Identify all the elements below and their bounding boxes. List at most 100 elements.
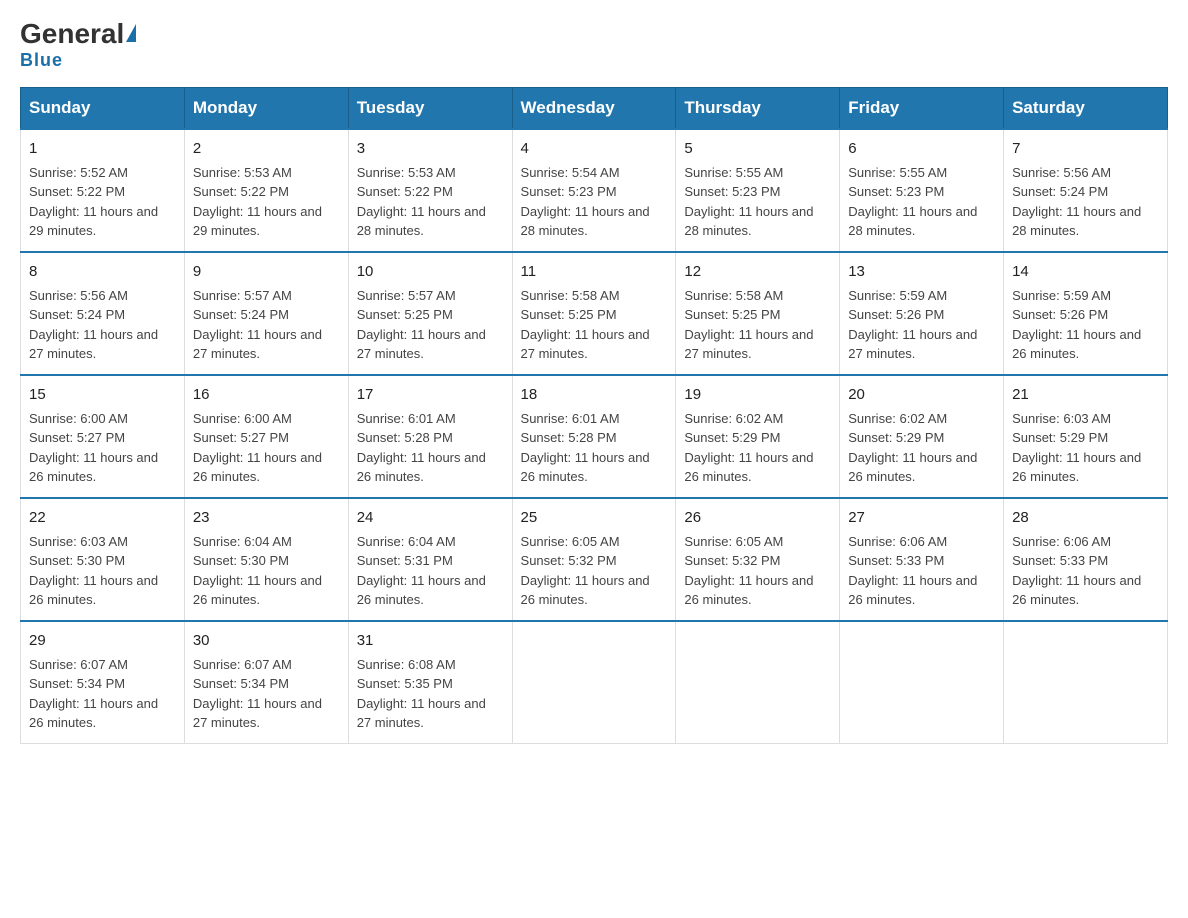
calendar-cell: 8 Sunrise: 5:56 AMSunset: 5:24 PMDayligh… (21, 252, 185, 375)
day-info: Sunrise: 5:52 AMSunset: 5:22 PMDaylight:… (29, 165, 158, 239)
day-info: Sunrise: 6:01 AMSunset: 5:28 PMDaylight:… (357, 411, 486, 485)
calendar-cell (512, 621, 676, 744)
calendar-cell: 23 Sunrise: 6:04 AMSunset: 5:30 PMDaylig… (184, 498, 348, 621)
calendar-cell: 24 Sunrise: 6:04 AMSunset: 5:31 PMDaylig… (348, 498, 512, 621)
calendar-cell: 7 Sunrise: 5:56 AMSunset: 5:24 PMDayligh… (1004, 129, 1168, 252)
day-number: 3 (357, 138, 504, 160)
calendar-week-4: 22 Sunrise: 6:03 AMSunset: 5:30 PMDaylig… (21, 498, 1168, 621)
calendar-week-3: 15 Sunrise: 6:00 AMSunset: 5:27 PMDaylig… (21, 375, 1168, 498)
calendar-cell: 5 Sunrise: 5:55 AMSunset: 5:23 PMDayligh… (676, 129, 840, 252)
day-number: 26 (684, 507, 831, 529)
day-number: 21 (1012, 384, 1159, 406)
calendar-cell: 21 Sunrise: 6:03 AMSunset: 5:29 PMDaylig… (1004, 375, 1168, 498)
calendar-header-wednesday: Wednesday (512, 88, 676, 130)
day-info: Sunrise: 6:02 AMSunset: 5:29 PMDaylight:… (684, 411, 813, 485)
calendar-cell: 1 Sunrise: 5:52 AMSunset: 5:22 PMDayligh… (21, 129, 185, 252)
day-info: Sunrise: 5:55 AMSunset: 5:23 PMDaylight:… (848, 165, 977, 239)
calendar-cell: 18 Sunrise: 6:01 AMSunset: 5:28 PMDaylig… (512, 375, 676, 498)
calendar-cell: 27 Sunrise: 6:06 AMSunset: 5:33 PMDaylig… (840, 498, 1004, 621)
day-info: Sunrise: 6:04 AMSunset: 5:30 PMDaylight:… (193, 534, 322, 608)
day-info: Sunrise: 6:03 AMSunset: 5:30 PMDaylight:… (29, 534, 158, 608)
calendar-cell: 14 Sunrise: 5:59 AMSunset: 5:26 PMDaylig… (1004, 252, 1168, 375)
day-info: Sunrise: 5:59 AMSunset: 5:26 PMDaylight:… (1012, 288, 1141, 362)
calendar-cell: 26 Sunrise: 6:05 AMSunset: 5:32 PMDaylig… (676, 498, 840, 621)
day-info: Sunrise: 6:06 AMSunset: 5:33 PMDaylight:… (848, 534, 977, 608)
day-info: Sunrise: 6:03 AMSunset: 5:29 PMDaylight:… (1012, 411, 1141, 485)
calendar-cell: 12 Sunrise: 5:58 AMSunset: 5:25 PMDaylig… (676, 252, 840, 375)
calendar-table: SundayMondayTuesdayWednesdayThursdayFrid… (20, 87, 1168, 744)
calendar-cell: 30 Sunrise: 6:07 AMSunset: 5:34 PMDaylig… (184, 621, 348, 744)
day-info: Sunrise: 6:00 AMSunset: 5:27 PMDaylight:… (29, 411, 158, 485)
day-info: Sunrise: 5:58 AMSunset: 5:25 PMDaylight:… (521, 288, 650, 362)
day-number: 8 (29, 261, 176, 283)
calendar-cell: 22 Sunrise: 6:03 AMSunset: 5:30 PMDaylig… (21, 498, 185, 621)
calendar-cell: 31 Sunrise: 6:08 AMSunset: 5:35 PMDaylig… (348, 621, 512, 744)
day-info: Sunrise: 6:01 AMSunset: 5:28 PMDaylight:… (521, 411, 650, 485)
calendar-cell: 20 Sunrise: 6:02 AMSunset: 5:29 PMDaylig… (840, 375, 1004, 498)
calendar-header-saturday: Saturday (1004, 88, 1168, 130)
day-number: 23 (193, 507, 340, 529)
calendar-header-monday: Monday (184, 88, 348, 130)
day-number: 14 (1012, 261, 1159, 283)
day-number: 20 (848, 384, 995, 406)
day-info: Sunrise: 6:08 AMSunset: 5:35 PMDaylight:… (357, 657, 486, 731)
day-number: 19 (684, 384, 831, 406)
day-info: Sunrise: 5:57 AMSunset: 5:24 PMDaylight:… (193, 288, 322, 362)
calendar-cell: 3 Sunrise: 5:53 AMSunset: 5:22 PMDayligh… (348, 129, 512, 252)
day-number: 16 (193, 384, 340, 406)
logo-blue-text: Blue (20, 50, 63, 71)
day-number: 7 (1012, 138, 1159, 160)
calendar-cell: 29 Sunrise: 6:07 AMSunset: 5:34 PMDaylig… (21, 621, 185, 744)
day-number: 27 (848, 507, 995, 529)
day-info: Sunrise: 6:05 AMSunset: 5:32 PMDaylight:… (684, 534, 813, 608)
day-number: 2 (193, 138, 340, 160)
day-info: Sunrise: 6:04 AMSunset: 5:31 PMDaylight:… (357, 534, 486, 608)
day-number: 10 (357, 261, 504, 283)
logo-triangle-icon (126, 24, 136, 42)
calendar-cell: 16 Sunrise: 6:00 AMSunset: 5:27 PMDaylig… (184, 375, 348, 498)
day-number: 22 (29, 507, 176, 529)
day-info: Sunrise: 5:56 AMSunset: 5:24 PMDaylight:… (29, 288, 158, 362)
calendar-week-2: 8 Sunrise: 5:56 AMSunset: 5:24 PMDayligh… (21, 252, 1168, 375)
day-number: 18 (521, 384, 668, 406)
day-info: Sunrise: 6:05 AMSunset: 5:32 PMDaylight:… (521, 534, 650, 608)
day-number: 15 (29, 384, 176, 406)
page-header: General Blue (20, 20, 1168, 71)
day-info: Sunrise: 6:06 AMSunset: 5:33 PMDaylight:… (1012, 534, 1141, 608)
calendar-cell: 2 Sunrise: 5:53 AMSunset: 5:22 PMDayligh… (184, 129, 348, 252)
day-number: 25 (521, 507, 668, 529)
day-number: 11 (521, 261, 668, 283)
day-info: Sunrise: 5:59 AMSunset: 5:26 PMDaylight:… (848, 288, 977, 362)
day-number: 17 (357, 384, 504, 406)
calendar-cell: 15 Sunrise: 6:00 AMSunset: 5:27 PMDaylig… (21, 375, 185, 498)
day-number: 1 (29, 138, 176, 160)
day-info: Sunrise: 5:57 AMSunset: 5:25 PMDaylight:… (357, 288, 486, 362)
day-info: Sunrise: 6:07 AMSunset: 5:34 PMDaylight:… (193, 657, 322, 731)
day-info: Sunrise: 5:55 AMSunset: 5:23 PMDaylight:… (684, 165, 813, 239)
day-info: Sunrise: 5:56 AMSunset: 5:24 PMDaylight:… (1012, 165, 1141, 239)
day-info: Sunrise: 6:00 AMSunset: 5:27 PMDaylight:… (193, 411, 322, 485)
calendar-cell (840, 621, 1004, 744)
day-number: 28 (1012, 507, 1159, 529)
calendar-cell (1004, 621, 1168, 744)
day-info: Sunrise: 5:53 AMSunset: 5:22 PMDaylight:… (357, 165, 486, 239)
day-number: 29 (29, 630, 176, 652)
day-number: 13 (848, 261, 995, 283)
calendar-cell: 9 Sunrise: 5:57 AMSunset: 5:24 PMDayligh… (184, 252, 348, 375)
calendar-week-5: 29 Sunrise: 6:07 AMSunset: 5:34 PMDaylig… (21, 621, 1168, 744)
day-info: Sunrise: 6:02 AMSunset: 5:29 PMDaylight:… (848, 411, 977, 485)
day-info: Sunrise: 5:54 AMSunset: 5:23 PMDaylight:… (521, 165, 650, 239)
calendar-header-tuesday: Tuesday (348, 88, 512, 130)
day-info: Sunrise: 5:53 AMSunset: 5:22 PMDaylight:… (193, 165, 322, 239)
calendar-cell: 4 Sunrise: 5:54 AMSunset: 5:23 PMDayligh… (512, 129, 676, 252)
calendar-cell: 19 Sunrise: 6:02 AMSunset: 5:29 PMDaylig… (676, 375, 840, 498)
day-number: 12 (684, 261, 831, 283)
logo-general-text: General (20, 20, 124, 48)
calendar-cell: 25 Sunrise: 6:05 AMSunset: 5:32 PMDaylig… (512, 498, 676, 621)
logo: General Blue (20, 20, 136, 71)
calendar-header-friday: Friday (840, 88, 1004, 130)
calendar-header-thursday: Thursday (676, 88, 840, 130)
calendar-cell: 13 Sunrise: 5:59 AMSunset: 5:26 PMDaylig… (840, 252, 1004, 375)
calendar-cell: 6 Sunrise: 5:55 AMSunset: 5:23 PMDayligh… (840, 129, 1004, 252)
day-number: 9 (193, 261, 340, 283)
